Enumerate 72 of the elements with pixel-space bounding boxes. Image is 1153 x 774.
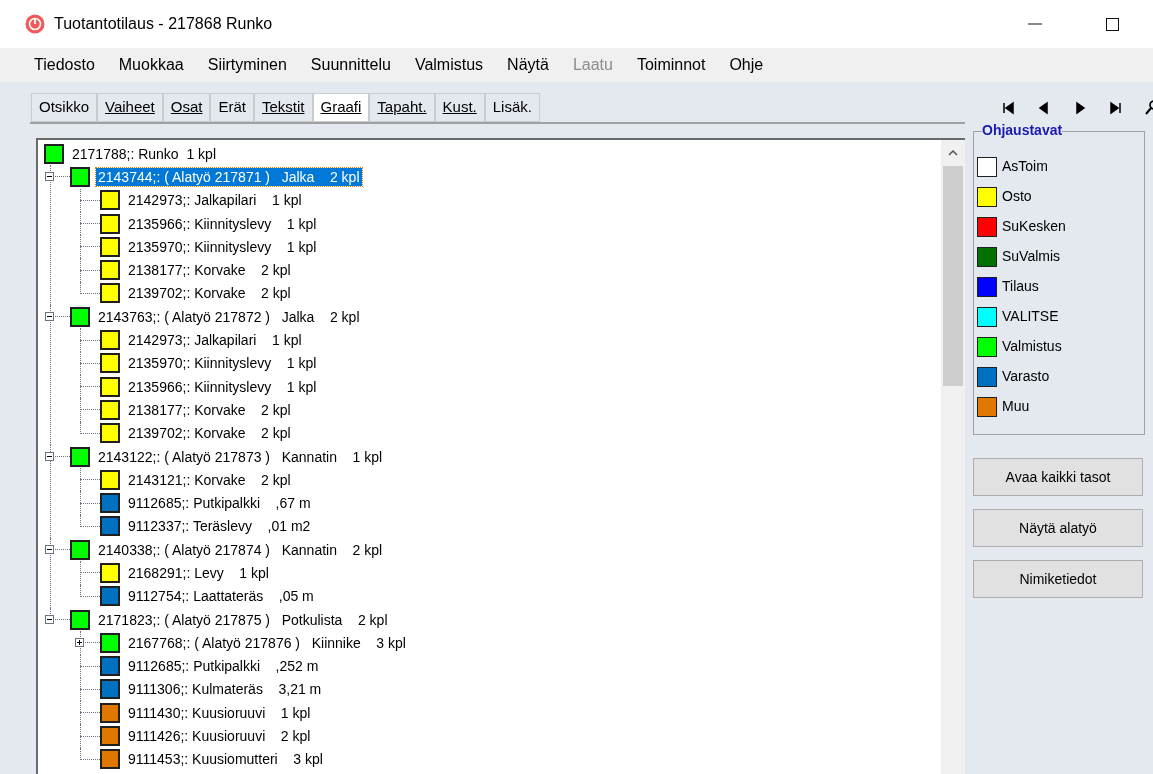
tab[interactable]: Erät: [210, 93, 254, 122]
tree-item[interactable]: 2139702;: Korvake 2 kpl: [126, 424, 293, 443]
tab[interactable]: Vaiheet: [97, 93, 163, 122]
tab[interactable]: Otsikko: [31, 93, 97, 122]
legend-label: AsToim: [1002, 157, 1048, 176]
legend-label: SuKesken: [1002, 217, 1066, 236]
menu-item[interactable]: Siirtyminen: [195, 53, 299, 77]
app-logo-icon: [25, 14, 45, 34]
tree-item[interactable]: 2143121;: Korvake 2 kpl: [126, 470, 293, 489]
tree-item[interactable]: 2140338;: ( Alatyö 217874 ) Kannatin 2 kpl: [96, 540, 385, 559]
expand-icon[interactable]: [75, 638, 84, 648]
tree-item[interactable]: 2135970;: Kiinnityslevy 1 kpl: [126, 237, 319, 256]
tree-item[interactable]: 2138177;: Korvake 2 kpl: [126, 400, 293, 419]
collapse-icon[interactable]: [45, 172, 54, 182]
tree-item[interactable]: 2135966;: Kiinnityslevy 1 kpl: [126, 377, 319, 396]
collapse-icon[interactable]: [45, 614, 54, 624]
tree-item[interactable]: 9111453;: Kuusiomutteri 3 kpl: [126, 750, 325, 769]
tab[interactable]: Tapaht.: [369, 93, 435, 122]
tree-item[interactable]: 2143744;: ( Alatyö 217871 ) Jalka 2 kpl: [96, 167, 362, 186]
tree-item[interactable]: 2142973;: Jalkapilari 1 kpl: [126, 191, 304, 210]
tree-item[interactable]: 9112685;: Putkipalkki ,252 m: [126, 657, 321, 676]
tree-item[interactable]: 2167768;: ( Alatyö 217876 ) Kiinnike 3 kpl: [126, 633, 408, 652]
tree-item[interactable]: 2135966;: Kiinnityslevy 1 kpl: [126, 214, 319, 233]
menu-item[interactable]: Valmistus: [402, 53, 496, 77]
collapse-icon[interactable]: [45, 545, 54, 555]
tree-item[interactable]: 2171788;: Runko 1 kpl: [70, 144, 218, 163]
previous-record-icon[interactable]: [1037, 100, 1051, 115]
tree-item[interactable]: 9112754;: Laattateräs ,05 m: [126, 587, 316, 606]
tree-item[interactable]: 9112685;: Putkipalkki ,67 m: [126, 494, 313, 513]
tab[interactable]: Kust.: [434, 93, 485, 122]
tree-item[interactable]: 2143122;: ( Alatyö 217873 ) Kannatin 1 kpl: [96, 447, 385, 466]
maximize-icon[interactable]: [1106, 17, 1119, 31]
tree-item[interactable]: 9111430;: Kuusioruuvi 1 kpl: [126, 703, 313, 722]
scrollbar[interactable]: [941, 140, 965, 774]
menu-item[interactable]: Suunnittelu: [298, 53, 403, 77]
tab[interactable]: Lisäk.: [484, 93, 540, 122]
tree-item[interactable]: 2171823;: ( Alatyö 217875 ) Potkulista 2 kpl: [96, 610, 390, 629]
tree-item[interactable]: 9112337;: Teräslevy ,01 m2: [126, 517, 313, 536]
legend-label: Valmistus: [1002, 337, 1062, 356]
legend-label: Muu: [1002, 397, 1030, 416]
tab[interactable]: Osat: [162, 93, 211, 122]
menu-item[interactable]: Näytä: [495, 53, 561, 77]
last-record-icon[interactable]: [1109, 100, 1123, 115]
tree-item[interactable]: 2168291;: Levy 1 kpl: [126, 564, 271, 582]
first-record-icon[interactable]: [1001, 100, 1015, 115]
tree-item[interactable]: 2135970;: Kiinnityslevy 1 kpl: [126, 354, 319, 373]
tree-item[interactable]: 9111426;: Kuusioruuvi 2 kpl: [126, 727, 313, 746]
legend-title: Ohjaustavat: [982, 121, 1063, 139]
tree-item[interactable]: 9111306;: Kulmateräs 3,21 m: [126, 680, 324, 699]
menu-item[interactable]: Tiedosto: [22, 53, 107, 77]
menu-item[interactable]: Toiminnot: [624, 53, 718, 77]
tree-item[interactable]: 2143763;: ( Alatyö 217872 ) Jalka 2 kpl: [96, 307, 362, 326]
menu-item[interactable]: Muokkaa: [106, 53, 196, 77]
action-button[interactable]: Nimiketiedot: [973, 560, 1143, 598]
window-title: Tuotantotilaus - 217868 Runko: [54, 14, 273, 34]
legend-label: VALITSE: [1002, 307, 1059, 326]
scroll-up-icon[interactable]: [948, 150, 958, 156]
legend-label: Osto: [1002, 187, 1032, 206]
tree-item[interactable]: 2142973;: Jalkapilari 1 kpl: [126, 331, 304, 349]
legend-label: SuValmis: [1002, 247, 1061, 266]
action-button[interactable]: Avaa kaikki tasot: [973, 458, 1143, 496]
menu-item[interactable]: Ohje: [717, 53, 776, 77]
legend-label: Varasto: [1002, 367, 1050, 386]
tree-item[interactable]: 2138177;: Korvake 2 kpl: [126, 261, 293, 280]
collapse-icon[interactable]: [45, 451, 54, 461]
collapse-icon[interactable]: [45, 312, 54, 322]
tab[interactable]: Graafi: [312, 93, 370, 122]
next-record-icon[interactable]: [1073, 100, 1087, 115]
action-button[interactable]: Näytä alatyö: [973, 509, 1143, 547]
legend-label: Tilaus: [1002, 277, 1039, 296]
tab[interactable]: Tekstit: [254, 93, 313, 122]
tree-item[interactable]: 2139702;: Korvake 2 kpl: [126, 284, 293, 303]
